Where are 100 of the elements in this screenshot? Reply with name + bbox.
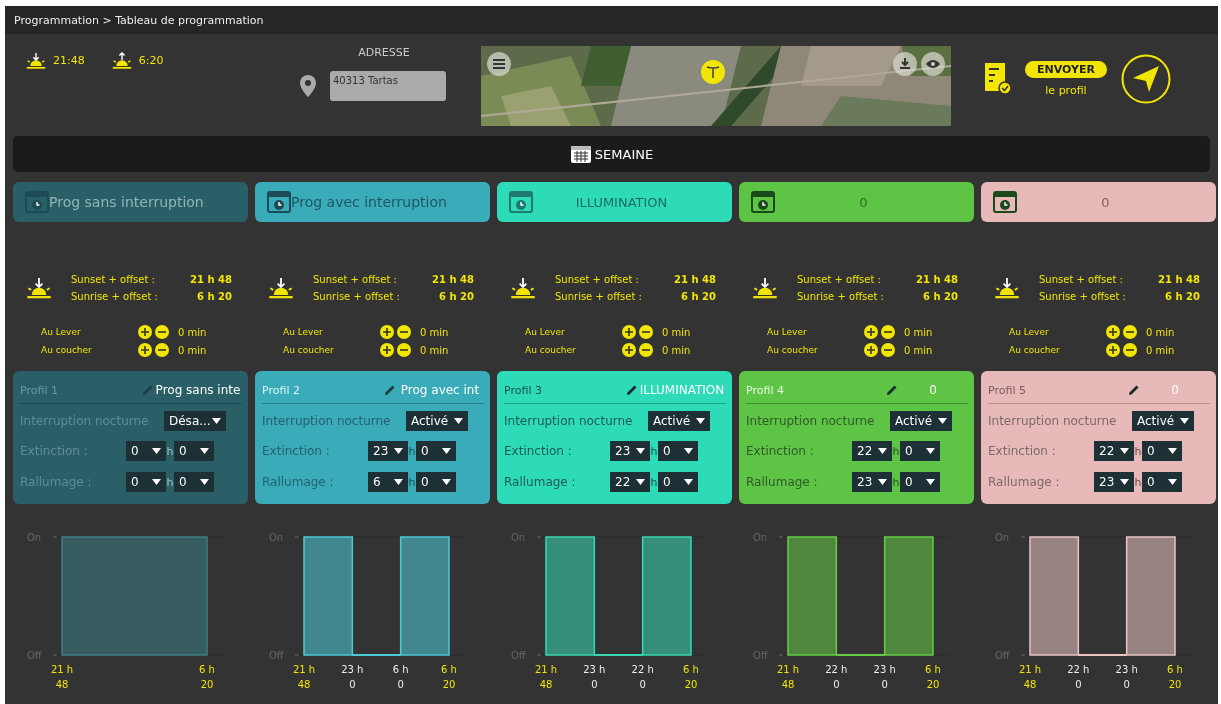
pencil-icon[interactable] <box>886 384 898 396</box>
send-caption: le profil <box>1045 84 1087 97</box>
minus-icon[interactable] <box>397 325 411 339</box>
sunset-icon <box>509 276 537 300</box>
calendar-clock-icon <box>25 191 49 213</box>
offset-value: 0 min <box>420 326 450 338</box>
sunset-label: Sunset + offset : <box>1039 274 1124 285</box>
offset-value: 0 min <box>178 326 208 338</box>
offset-value: 0 min <box>1146 344 1176 356</box>
hour-select[interactable]: 23 <box>368 441 408 461</box>
field-label: Interruption nocturne <box>504 414 634 428</box>
plus-icon[interactable] <box>380 325 394 339</box>
field-label: Extinction : <box>988 444 1057 458</box>
plus-icon[interactable] <box>1106 343 1120 357</box>
offset-label: Au coucher <box>283 345 335 355</box>
axis-label: 6 h 20 <box>1166 663 1184 692</box>
minus-icon[interactable] <box>1123 325 1137 339</box>
sunset-value: 21 h 48 <box>1158 274 1200 285</box>
profile-name: Profil 4 <box>746 383 785 397</box>
minus-icon[interactable] <box>639 343 653 357</box>
plus-icon[interactable] <box>622 343 636 357</box>
caret-icon <box>1120 448 1129 454</box>
minute-select[interactable]: 0 <box>1142 472 1182 492</box>
minute-select[interactable]: 0 <box>416 441 456 461</box>
interruption-select[interactable]: Activé <box>648 411 710 431</box>
plus-icon[interactable] <box>1106 325 1120 339</box>
hour-unit: h <box>650 475 658 489</box>
minus-icon[interactable] <box>881 343 895 357</box>
plus-icon[interactable] <box>380 343 394 357</box>
caret-icon <box>442 448 451 454</box>
hour-unit: h <box>1134 475 1142 489</box>
caret-icon <box>1120 479 1129 485</box>
hour-select[interactable]: 23 <box>852 472 892 492</box>
sunset-value: 21 h 48 <box>190 274 232 285</box>
sunset-label: Sunset + offset : <box>555 274 640 285</box>
document-check-icon[interactable] <box>985 63 1011 95</box>
interruption-select[interactable]: Activé <box>1132 411 1194 431</box>
hour-select[interactable]: 23 <box>610 441 650 461</box>
minus-icon[interactable] <box>155 325 169 339</box>
profile-tab[interactable]: ILLUMINATION <box>497 182 732 222</box>
sunset-label: Sunset + offset : <box>313 274 398 285</box>
program-name: Prog sans inte <box>154 383 242 397</box>
hour-select[interactable]: 0 <box>126 472 166 492</box>
pencil-icon[interactable] <box>1128 384 1140 396</box>
field-label: Rallumage : <box>988 475 1061 489</box>
minus-icon[interactable] <box>397 343 411 357</box>
minute-select[interactable]: 0 <box>900 441 940 461</box>
minute-select[interactable]: 0 <box>1142 441 1182 461</box>
caret-icon <box>1168 479 1177 485</box>
hour-select[interactable]: 0 <box>126 441 166 461</box>
minute-select[interactable]: 0 <box>174 441 214 461</box>
interruption-select[interactable]: Activé <box>890 411 952 431</box>
minute-select[interactable]: 0 <box>658 472 698 492</box>
axis-label: 23 h 0 <box>872 663 897 692</box>
hour-select[interactable]: 23 <box>1094 472 1134 492</box>
address-field[interactable]: 40313 Tartas <box>330 71 446 101</box>
pencil-icon[interactable] <box>626 384 638 396</box>
plus-icon[interactable] <box>138 343 152 357</box>
plus-icon[interactable] <box>864 343 878 357</box>
axis-label: 6 h 20 <box>198 663 216 692</box>
field-label: Interruption nocturne <box>262 414 392 428</box>
interruption-select[interactable]: Activé <box>406 411 468 431</box>
profile-name: Profil 1 <box>20 383 59 397</box>
caret-icon <box>684 448 693 454</box>
sunrise-label: Sunrise + offset : <box>797 291 885 302</box>
program-name: Prog avec int <box>399 383 481 397</box>
calendar-clock-icon <box>751 191 775 213</box>
field-label: Interruption nocturne <box>746 414 876 428</box>
send-icon[interactable] <box>1120 54 1171 104</box>
plus-icon[interactable] <box>622 325 636 339</box>
minute-select[interactable]: 0 <box>658 441 698 461</box>
minus-icon[interactable] <box>155 343 169 357</box>
hour-unit: h <box>1134 444 1142 458</box>
offset-label: Au Lever <box>525 327 566 337</box>
hour-select[interactable]: 22 <box>1094 441 1134 461</box>
plus-icon[interactable] <box>138 325 152 339</box>
hour-select[interactable]: 22 <box>852 441 892 461</box>
profile-name: Profil 5 <box>988 383 1027 397</box>
minus-icon[interactable] <box>881 325 895 339</box>
pencil-icon[interactable] <box>384 384 396 396</box>
minus-icon[interactable] <box>639 325 653 339</box>
axis-label: 21 h 48 <box>534 663 558 692</box>
axis-label: 21 h 48 <box>1018 663 1042 692</box>
hour-select[interactable]: 22 <box>610 472 650 492</box>
hour-unit: h <box>650 444 658 458</box>
axis-label: 6 h 20 <box>440 663 458 692</box>
hour-unit: h <box>166 444 174 458</box>
send-button[interactable]: ENVOYER <box>1025 61 1107 78</box>
sunrise-value: 6 h 20 <box>1165 291 1200 302</box>
caret-icon <box>926 448 935 454</box>
minute-select[interactable]: 0 <box>174 472 214 492</box>
minus-icon[interactable] <box>1123 343 1137 357</box>
minute-select[interactable]: 0 <box>416 472 456 492</box>
hour-unit: h <box>892 444 900 458</box>
plus-icon[interactable] <box>864 325 878 339</box>
interruption-select[interactable]: Désa... <box>164 411 226 431</box>
minute-select[interactable]: 0 <box>900 472 940 492</box>
offset-label: Au coucher <box>767 345 819 355</box>
sun-time: 21:48 <box>53 54 85 68</box>
hour-select[interactable]: 6 <box>368 472 408 492</box>
